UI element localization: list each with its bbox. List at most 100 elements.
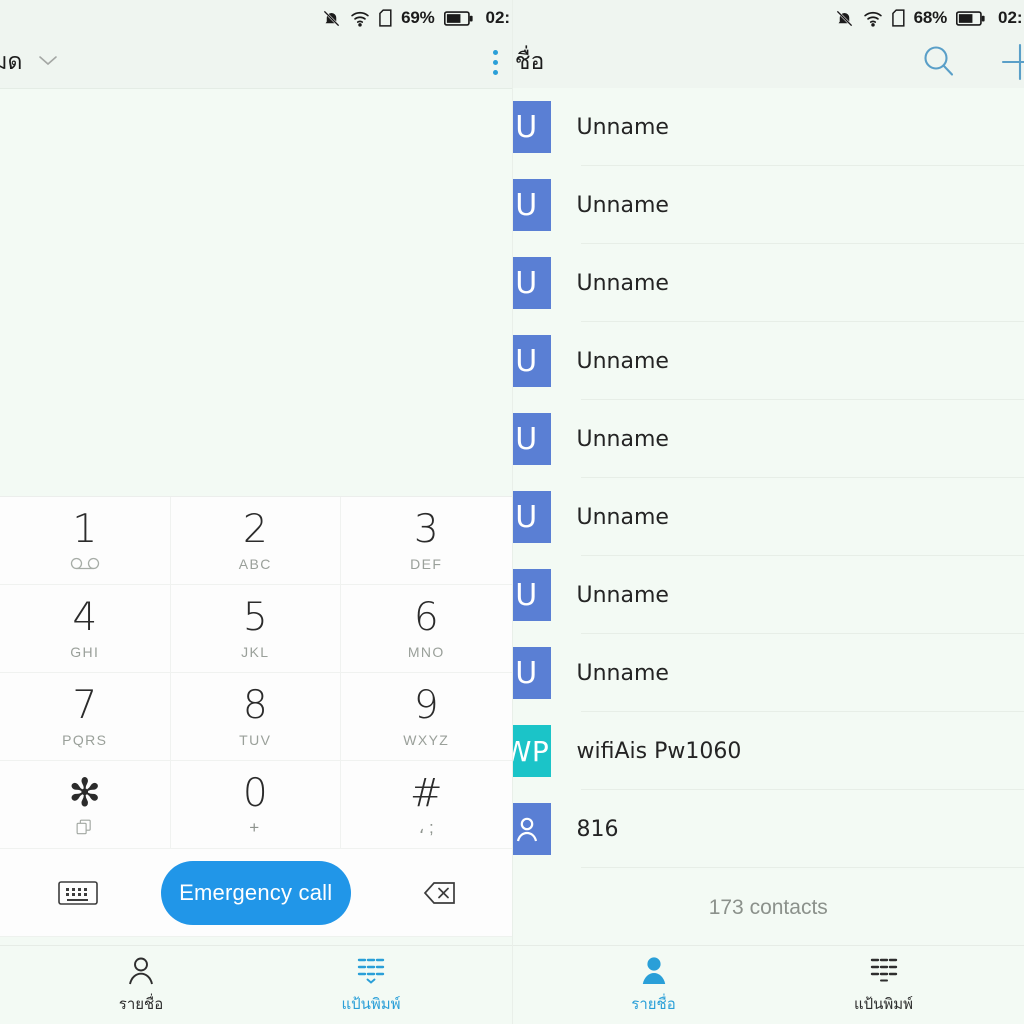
status-bar-left: 69% 02: <box>0 0 512 36</box>
person-filled-icon <box>640 955 668 985</box>
dialpad-row: ✻ 0 + # ، ; <box>0 761 512 849</box>
dialpad-letters: GHI <box>70 643 100 660</box>
dialpad-letters: + <box>249 817 262 837</box>
dialpad-key-0[interactable]: 0 + <box>170 761 341 849</box>
dialpad-digit: 2 <box>242 506 268 552</box>
contact-name: Unname <box>576 270 669 296</box>
dialpad-digit: 4 <box>72 594 98 640</box>
contact-name: Unname <box>576 582 669 608</box>
contact-row[interactable]: U Unname <box>512 478 1024 556</box>
dialpad-letters: ABC <box>238 555 272 572</box>
contact-name: Unname <box>576 114 669 140</box>
dialpad-key-hash[interactable]: # ، ; <box>341 761 512 849</box>
dialpad-digit: ✻ <box>68 770 102 816</box>
dialpad-letters: WXYZ <box>403 731 450 748</box>
avatar: U <box>512 101 551 153</box>
nav-item-contacts-right[interactable]: รายชื่อ <box>594 955 714 1016</box>
dialpad-key-7[interactable]: 7 PQRS <box>0 673 171 761</box>
kebab-menu-icon[interactable] <box>492 49 508 75</box>
nav-item-contacts-left[interactable]: รายชื่อ <box>81 955 201 1016</box>
person-icon <box>516 817 537 842</box>
contact-row[interactable]: U Unname <box>512 556 1024 634</box>
nav-item-keypad-left[interactable]: แป้นพิมพ์ <box>311 955 431 1016</box>
dialpad-digit: 6 <box>413 594 439 640</box>
copy-icon <box>76 819 93 836</box>
nav-item-keypad-right[interactable]: แป้นพิมพ์ <box>824 955 944 1016</box>
battery-icon <box>955 10 985 26</box>
dialer-screen: 69% 02: ั้งหมด <box>0 0 513 1024</box>
dialed-number-display[interactable] <box>0 89 512 496</box>
contact-row[interactable]: 816 <box>512 790 1024 868</box>
contact-name: Unname <box>576 504 669 530</box>
contacts-list[interactable]: U Unname U Unname U Unname U Unname U Un… <box>512 88 1024 945</box>
dialpad-key-3[interactable]: 3 DEF <box>341 497 512 585</box>
dialpad-letters: TUV <box>239 731 272 748</box>
avatar <box>512 803 551 855</box>
nav-label: แป้นพิมพ์ <box>853 994 914 1013</box>
dialpad-row: 4 GHI 5 JKL 6 MNO <box>0 585 512 673</box>
clock-right: 02: <box>998 8 1023 27</box>
contact-row[interactable]: U Unname <box>512 322 1024 400</box>
avatar: U <box>512 179 551 231</box>
contact-row[interactable]: U Unname <box>512 166 1024 244</box>
wifi-icon <box>350 10 370 27</box>
contact-row[interactable]: U Unname <box>512 634 1024 712</box>
dialpad-digit: 7 <box>72 682 98 728</box>
dialpad-key-8[interactable]: 8 TUV <box>170 673 341 761</box>
contact-name: Unname <box>576 192 669 218</box>
battery-percent-right: 68% <box>913 8 948 27</box>
bottom-nav-right: รายชื่อ แป้นพิมพ์ <box>512 945 1024 1024</box>
sim-card-icon <box>891 9 905 27</box>
avatar: U <box>512 413 551 465</box>
dialpad-letters: ، ; <box>418 817 434 837</box>
contact-row[interactable]: WP wifiAis Pw1060 <box>512 712 1024 790</box>
status-bar-right: 68% 02: <box>512 0 1024 36</box>
dialpad-key-5[interactable]: 5 JKL <box>170 585 341 673</box>
plus-icon[interactable] <box>1000 42 1024 82</box>
voicemail-icon <box>70 556 100 572</box>
dialpad-key-2[interactable]: 2 ABC <box>170 497 341 585</box>
dialpad-digit: # <box>409 770 443 816</box>
dialpad-key-star[interactable]: ✻ <box>0 761 171 849</box>
emergency-call-button[interactable]: Emergency call <box>160 860 351 925</box>
battery-icon <box>443 10 473 26</box>
dialpad-key-9[interactable]: 9 WXYZ <box>341 673 512 761</box>
dialpad-icon <box>869 955 899 985</box>
dialpad-key-1[interactable]: 1 <box>0 497 171 585</box>
dialer-app-bar: ั้งหมด <box>0 36 512 88</box>
avatar: U <box>512 257 551 309</box>
contact-name: 816 <box>576 816 619 842</box>
avatar: U <box>512 647 551 699</box>
dialer-filter-title[interactable]: ั้งหมด <box>0 44 23 80</box>
wifi-icon <box>863 10 883 27</box>
dialpad: 1 2 ABC 3 DEF 4 GHI 5 JKL 6 MNO 7 PQRS 8… <box>0 496 512 849</box>
sim-card-icon <box>379 9 392 27</box>
contact-row[interactable]: U Unname <box>512 88 1024 166</box>
dialpad-digit: 3 <box>413 506 439 552</box>
dialpad-key-4[interactable]: 4 GHI <box>0 585 171 673</box>
avatar: WP <box>512 725 551 777</box>
nav-label: แป้นพิมพ์ <box>341 994 401 1013</box>
dialpad-letters: JKL <box>241 643 270 660</box>
dialpad-row: 7 PQRS 8 TUV 9 WXYZ <box>0 673 512 761</box>
keyboard-icon[interactable] <box>50 879 106 907</box>
battery-percent-left: 69% <box>401 8 435 27</box>
contact-name: Unname <box>576 348 669 374</box>
person-outline-icon <box>127 955 155 985</box>
dialpad-letters: MNO <box>407 643 445 660</box>
contacts-app-bar: ายชื่อ <box>512 36 1024 88</box>
contacts-count: 173 contacts <box>708 896 828 919</box>
avatar: U <box>512 335 551 387</box>
dual-screenshot-container: 69% 02: ั้งหมด <box>0 0 1024 1024</box>
contact-name: Unname <box>576 426 669 452</box>
nav-label: รายชื่อ <box>118 994 164 1013</box>
contact-row[interactable]: U Unname <box>512 400 1024 478</box>
search-icon[interactable] <box>920 43 958 81</box>
chevron-down-icon[interactable] <box>37 53 59 72</box>
backspace-icon[interactable] <box>406 878 462 908</box>
contacts-title: ายชื่อ <box>513 49 545 75</box>
contact-row[interactable]: U Unname <box>512 244 1024 322</box>
bottom-nav-left: รายชื่อ แป้นพิมพ์ <box>0 945 512 1024</box>
clock-left: 02: <box>485 8 511 27</box>
dialpad-key-6[interactable]: 6 MNO <box>341 585 512 673</box>
